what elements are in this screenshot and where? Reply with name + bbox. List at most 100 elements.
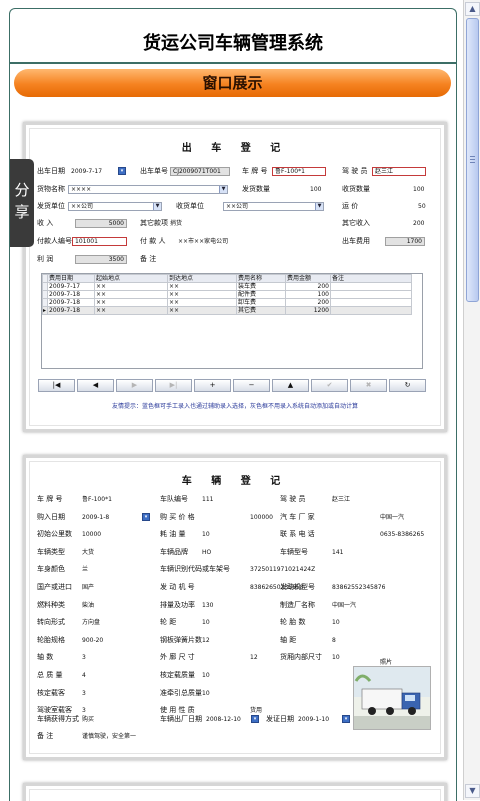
next-record-button[interactable]: ▶	[116, 379, 153, 392]
vehicle-field-value[interactable]: 中国一汽	[332, 601, 356, 610]
vehicle-photo[interactable]	[353, 666, 431, 730]
grid-col-header[interactable]: 到达地点	[167, 274, 237, 283]
chevron-down-icon[interactable]: ▼	[219, 186, 227, 193]
vehicle-field-value[interactable]: 100000	[250, 513, 273, 522]
vehicle-field-value[interactable]: HO	[202, 548, 211, 557]
vehicle-field-value[interactable]: 900-20	[82, 636, 103, 645]
delete-record-button[interactable]: −	[233, 379, 270, 392]
recv-qty-value[interactable]: 100	[413, 185, 424, 194]
other-income-value[interactable]: 200	[413, 219, 424, 228]
grid-row[interactable]: 2009-7-18 ×× ×× 配件费 100	[42, 290, 412, 299]
vehicle-field-value[interactable]: 10	[332, 653, 340, 662]
grid-cell[interactable]: 2009-7-18	[47, 290, 95, 299]
post-record-button[interactable]: ✔	[311, 379, 348, 392]
vehicle-field-value[interactable]: 10	[202, 689, 210, 698]
scrollbar[interactable]: ▲ ▼	[463, 0, 480, 800]
vehicle-field-value[interactable]: 10	[202, 671, 210, 680]
acquire-value[interactable]: 购买	[82, 715, 94, 724]
vehicle-field-value[interactable]: 柴油	[82, 601, 94, 610]
goods-select[interactable]: ×××× ▼	[68, 185, 228, 194]
vehicle-field-value[interactable]: 方向盘	[82, 618, 100, 627]
grid-cell[interactable]: 装车费	[236, 282, 286, 291]
vehicle-field-value[interactable]: 赵三江	[332, 495, 350, 504]
sender-select[interactable]: ××公司 ▼	[68, 202, 162, 211]
grid-col-header[interactable]: 费用日期	[47, 274, 95, 283]
vehicle-field-value[interactable]: 130	[202, 601, 213, 610]
share-tab[interactable]: 分 享	[10, 159, 34, 247]
grid-cell[interactable]: 2009-7-17	[47, 282, 95, 291]
grid-cell[interactable]: 其它费	[236, 306, 286, 315]
vehicle-field-value[interactable]: 10000	[82, 530, 101, 539]
prev-record-button[interactable]: ◀	[77, 379, 114, 392]
vehicle-field-value[interactable]: 0635-8386265	[380, 530, 424, 539]
add-record-button[interactable]: +	[194, 379, 231, 392]
grid-cell[interactable]	[330, 298, 412, 307]
grid-cell[interactable]	[330, 290, 412, 299]
grid-row[interactable]: 2009-7-18 ×× ×× 卸车费 200	[42, 298, 412, 307]
expense-grid[interactable]: 费用日期 起始地点 到达地点 费用名称 费用金额 备注 2009-7-17 ××…	[41, 273, 423, 369]
vehicle-field-value[interactable]: 2009-1-8	[82, 513, 109, 522]
receiver-select[interactable]: ××公司 ▼	[223, 202, 324, 211]
ship-qty-value[interactable]: 100	[310, 185, 321, 194]
vehicle-field-value[interactable]: 141	[332, 548, 343, 557]
grid-cell[interactable]: 2009-7-18	[47, 298, 95, 307]
vehicle-field-value[interactable]: 10	[332, 618, 340, 627]
issue-date-value[interactable]: 2009-1-10	[298, 715, 329, 724]
refresh-button[interactable]: ↻	[389, 379, 426, 392]
grid-cell[interactable]	[330, 306, 412, 315]
grid-cell[interactable]: ××	[167, 298, 237, 307]
vehicle-field-value[interactable]: 111	[202, 495, 213, 504]
vehicle-field-value[interactable]: 4	[82, 671, 86, 680]
vehicle-field-value[interactable]: 10	[202, 618, 210, 627]
vehicle-field-value[interactable]: 大货	[82, 548, 94, 557]
grid-col-header[interactable]: 费用金额	[285, 274, 331, 283]
scroll-down-arrow-icon[interactable]: ▼	[465, 784, 480, 798]
grid-cell[interactable]: 卸车费	[236, 298, 286, 307]
vehicle-field-value[interactable]: 10	[202, 530, 210, 539]
chevron-down-icon[interactable]: ▼	[153, 203, 161, 210]
payer-value[interactable]: ××市××家电公司	[178, 237, 228, 246]
vehicle-field-value[interactable]: 12	[250, 653, 258, 662]
edit-record-button[interactable]: ▲	[272, 379, 309, 392]
scroll-up-arrow-icon[interactable]: ▲	[465, 2, 480, 16]
driver-field[interactable]: 赵三江	[372, 167, 426, 176]
other-item-value[interactable]: 捎货	[170, 219, 182, 228]
calendar-icon[interactable]: ▾	[142, 513, 150, 521]
calendar-icon[interactable]: ▾	[342, 715, 350, 723]
vehicle-field-value[interactable]: 8	[332, 636, 336, 645]
grid-cell[interactable]: ××	[94, 290, 168, 299]
grid-cell[interactable]: ××	[167, 306, 237, 315]
scrollbar-thumb[interactable]	[466, 18, 479, 302]
vehicle-field-value[interactable]: 3	[82, 653, 86, 662]
grid-cell[interactable]: 2009-7-18	[47, 306, 95, 315]
vehicle-field-value[interactable]: 中国一汽	[380, 513, 404, 522]
factory-date-value[interactable]: 2008-12-10	[206, 715, 241, 724]
cancel-record-button[interactable]: ✖	[350, 379, 387, 392]
vehicle-field-value[interactable]: 货用	[250, 706, 262, 715]
grid-cell[interactable]: 1200	[285, 306, 331, 315]
grid-row-selected[interactable]: ▸ 2009-7-18 ×× ×× 其它费 1200	[42, 306, 412, 315]
vehicle-field-value[interactable]: 3	[82, 689, 86, 698]
vehicle-field-value[interactable]: 3	[82, 706, 86, 715]
first-record-button[interactable]: |◀	[38, 379, 75, 392]
grid-cell[interactable]: 配件费	[236, 290, 286, 299]
screenshot-vehicle-form[interactable]: 车 辆 登 记 车 牌 号 鲁F-100*1 车队编号 111 驾 驶 员 赵三江 购入日期…	[23, 455, 447, 760]
grid-row[interactable]: 2009-7-17 ×× ×× 装车费 200	[42, 282, 412, 291]
vehicle-field-value[interactable]: 鲁F-100*1	[82, 495, 112, 504]
grid-cell[interactable]	[330, 282, 412, 291]
grid-col-header[interactable]: 费用名称	[236, 274, 286, 283]
vehicle-field-value[interactable]: 3725011971021424Z	[250, 565, 315, 574]
calendar-icon[interactable]: ▾	[118, 167, 126, 175]
grid-cell[interactable]: ××	[167, 290, 237, 299]
grid-cell[interactable]: 200	[285, 282, 331, 291]
grid-cell[interactable]: ××	[167, 282, 237, 291]
section-banner[interactable]: 窗口展示	[14, 69, 451, 97]
screenshot-next-form[interactable]	[23, 783, 447, 801]
payer-no-field[interactable]: 101001	[72, 237, 127, 246]
vehicle-field-value[interactable]: 兰	[82, 565, 88, 574]
chevron-down-icon[interactable]: ▼	[315, 203, 323, 210]
vehicle-field-value[interactable]: 国产	[82, 583, 94, 592]
grid-col-header[interactable]: 备注	[330, 274, 412, 283]
grid-cell[interactable]: ××	[94, 282, 168, 291]
freight-value[interactable]: 50	[418, 202, 426, 211]
